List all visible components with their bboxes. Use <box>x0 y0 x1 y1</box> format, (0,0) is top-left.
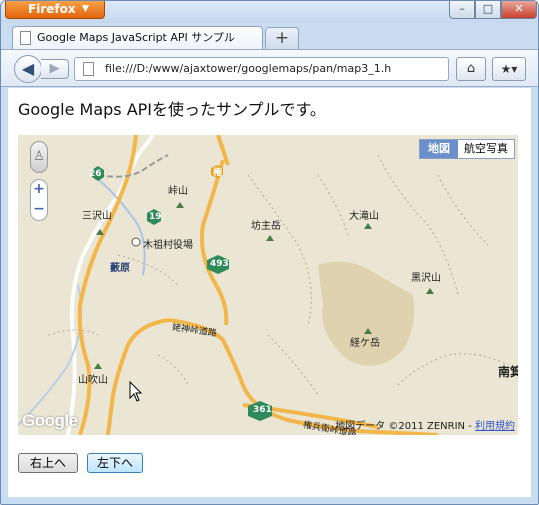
forward-button[interactable]: ▶ <box>41 59 69 79</box>
maximize-button[interactable]: □ <box>475 1 501 19</box>
tab-title: Google Maps JavaScript API サンプル <box>37 31 235 44</box>
label-yamabukiyama: 山吹山 <box>78 375 108 386</box>
map-attribution: 地図データ ©2011 ZENRIN - 利用規約 <box>335 417 515 432</box>
label-yabuhara: 藪原 <box>110 263 130 274</box>
move-up-right-button[interactable]: 右上へ <box>18 453 78 473</box>
page-icon <box>83 62 94 76</box>
label-kurosawayama: 黒沢山 <box>411 273 441 284</box>
google-map[interactable]: 26 19 493 361 権 三沢山 峠山 木祖村役場 藪原 坊主岳 大滝山 … <box>18 135 518 435</box>
back-arrow-icon: ◀ <box>21 59 35 78</box>
map-type-control: 地図 航空写真 <box>419 139 515 159</box>
route-361-shield: 361 <box>253 405 272 415</box>
tab-strip: Google Maps JavaScript API サンプル + <box>1 23 538 50</box>
street-view-pegman-icon[interactable]: ♙ <box>30 141 48 173</box>
page-heading: Google Maps APIを使ったサンプルです。 <box>18 100 326 119</box>
tab-google-maps[interactable]: Google Maps JavaScript API サンプル <box>12 26 263 50</box>
mouse-cursor-icon <box>129 381 143 402</box>
label-otakiyama: 大滝山 <box>349 211 379 222</box>
url-text: file:///D:/www/ajaxtower/googlemaps/pan/… <box>105 62 392 75</box>
route-26-shield: 26 <box>89 169 102 179</box>
map-canvas <box>18 135 518 435</box>
move-down-left-button[interactable]: 左下へ <box>87 453 143 473</box>
page-icon <box>20 31 31 45</box>
close-button[interactable]: ✕ <box>501 1 537 19</box>
map-type-map-button[interactable]: 地図 <box>420 140 458 158</box>
navigation-toolbar: ◀ ▶ file:///D:/www/ajaxtower/googlemaps/… <box>1 49 538 87</box>
firefox-menu-button[interactable]: Firefox ▼ <box>5 1 105 19</box>
back-button[interactable]: ◀ <box>14 55 42 83</box>
zoom-out-button[interactable]: − <box>31 200 47 220</box>
attribution-text: 地図データ ©2011 ZENRIN - <box>335 421 475 432</box>
bookmarks-button[interactable]: ★▾ <box>492 57 526 81</box>
label-sanzawayama: 三沢山 <box>82 211 112 222</box>
label-minami: 南箕 <box>498 365 518 379</box>
google-logo[interactable]: Google <box>22 411 78 431</box>
label-bozugatake: 坊主岳 <box>251 221 281 232</box>
url-bar[interactable]: file:///D:/www/ajaxtower/googlemaps/pan/… <box>74 57 449 81</box>
title-bar: Firefox ▼ – □ ✕ <box>1 1 538 23</box>
dropdown-arrow-icon: ▼ <box>82 4 89 14</box>
terms-of-use-link[interactable]: 利用規約 <box>475 421 515 432</box>
label-mineyama: 峠山 <box>168 186 188 197</box>
browser-window: Firefox ▼ – □ ✕ Google Maps JavaScript AP… <box>0 0 539 505</box>
route-19-shield: 19 <box>149 212 162 222</box>
page-content: Google Maps APIを使ったサンプルです。 26 19 493 361… <box>8 88 531 497</box>
route-k-shield: 権 <box>213 168 223 178</box>
home-icon: ⌂ <box>466 61 476 76</box>
forward-arrow-icon: ▶ <box>49 61 60 76</box>
home-button[interactable]: ⌂ <box>456 57 486 81</box>
route-493-shield: 493 <box>210 259 229 269</box>
minimize-button[interactable]: – <box>449 1 475 19</box>
bookmarks-icon: ★▾ <box>500 62 518 76</box>
new-tab-button[interactable]: + <box>265 27 299 49</box>
label-kyogatake: 経ケ岳 <box>350 338 380 349</box>
label-kisomura: 木祖村役場 <box>143 240 193 251</box>
zoom-control: + − <box>30 179 48 221</box>
zoom-in-button[interactable]: + <box>31 180 47 200</box>
map-type-satellite-button[interactable]: 航空写真 <box>458 140 514 158</box>
firefox-label: Firefox <box>28 2 76 16</box>
